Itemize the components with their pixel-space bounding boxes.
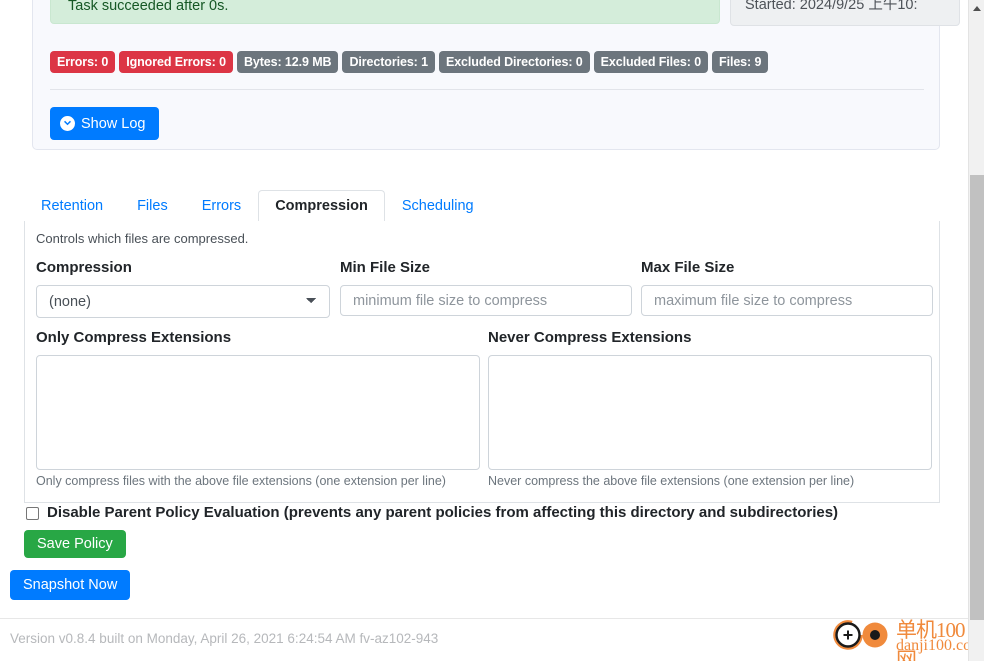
footer-divider (0, 618, 968, 619)
page-root: Task succeeded after 0s. Started: 2024/9… (0, 0, 968, 661)
site-watermark: 单机100网 danji100.com (833, 614, 968, 661)
only-compress-extensions-label: Only Compress Extensions (36, 329, 232, 346)
task-stat-badges: Errors: 0 Ignored Errors: 0 Bytes: 12.9 MB… (50, 51, 930, 73)
card-divider (50, 89, 924, 90)
task-status-card: Task succeeded after 0s. Started: 2024/9… (32, 0, 960, 150)
badge-directories: Directories: 1 (342, 51, 435, 73)
disable-parent-policy-row: Disable Parent Policy Evaluation (preven… (24, 504, 924, 526)
never-compress-extensions-label: Never Compress Extensions (488, 329, 692, 346)
badge-excluded-directories: Excluded Directories: 0 (438, 51, 590, 73)
watermark-logo-icon (833, 620, 888, 650)
show-log-button[interactable]: Show Log (50, 107, 159, 140)
watermark-en-text: danji100.com (896, 637, 968, 654)
max-file-size-label: Max File Size (641, 259, 735, 276)
scrollbar-thumb[interactable] (970, 175, 984, 620)
scroll-up-arrow-icon[interactable] (969, 0, 984, 17)
compression-select[interactable]: (none) (36, 285, 330, 318)
task-success-alert: Task succeeded after 0s. (50, 0, 720, 24)
only-compress-extensions-help: Only compress files with the above file … (36, 474, 446, 488)
badge-errors: Errors: 0 (50, 51, 116, 73)
min-file-size-input[interactable] (340, 285, 632, 316)
panel-description: Controls which files are compressed. (36, 231, 249, 246)
tab-errors[interactable]: Errors (185, 190, 258, 222)
footer-version-text: Version v0.8.4 built on Monday, April 26… (10, 631, 439, 646)
tab-compression[interactable]: Compression (258, 190, 385, 222)
min-file-size-label: Min File Size (340, 259, 431, 276)
badge-files: Files: 9 (712, 51, 769, 73)
never-compress-extensions-help: Never compress the above file extensions… (488, 474, 855, 488)
task-started-timestamp: Started: 2024/9/25 上午10: (730, 0, 960, 26)
tab-retention[interactable]: Retention (24, 190, 120, 222)
vertical-scrollbar[interactable] (968, 0, 984, 661)
chevron-down-circle-icon (60, 116, 75, 131)
badge-ignored-errors: Ignored Errors: 0 (119, 51, 233, 73)
disable-parent-policy-label: Disable Parent Policy Evaluation (preven… (47, 504, 839, 521)
watermark-cn-text: 单机100网 (896, 618, 966, 661)
badge-bytes: Bytes: 12.9 MB (236, 51, 339, 73)
tab-files[interactable]: Files (120, 190, 185, 222)
show-log-label: Show Log (81, 115, 146, 132)
max-file-size-input[interactable] (641, 285, 933, 316)
task-alert-row: Task succeeded after 0s. Started: 2024/9… (50, 0, 960, 26)
policy-tabs: Retention Files Errors Compression Sched… (24, 189, 940, 222)
only-compress-extensions-textarea[interactable] (36, 355, 480, 470)
badge-excluded-files: Excluded Files: 0 (593, 51, 709, 73)
disable-parent-policy-checkbox[interactable] (26, 507, 39, 520)
save-policy-button[interactable]: Save Policy (24, 530, 126, 558)
compression-label: Compression (36, 259, 132, 276)
never-compress-extensions-textarea[interactable] (488, 355, 932, 470)
tab-scheduling[interactable]: Scheduling (385, 190, 491, 222)
snapshot-now-button[interactable]: Snapshot Now (10, 570, 131, 600)
compression-panel: Controls which files are compressed. Com… (24, 221, 940, 503)
